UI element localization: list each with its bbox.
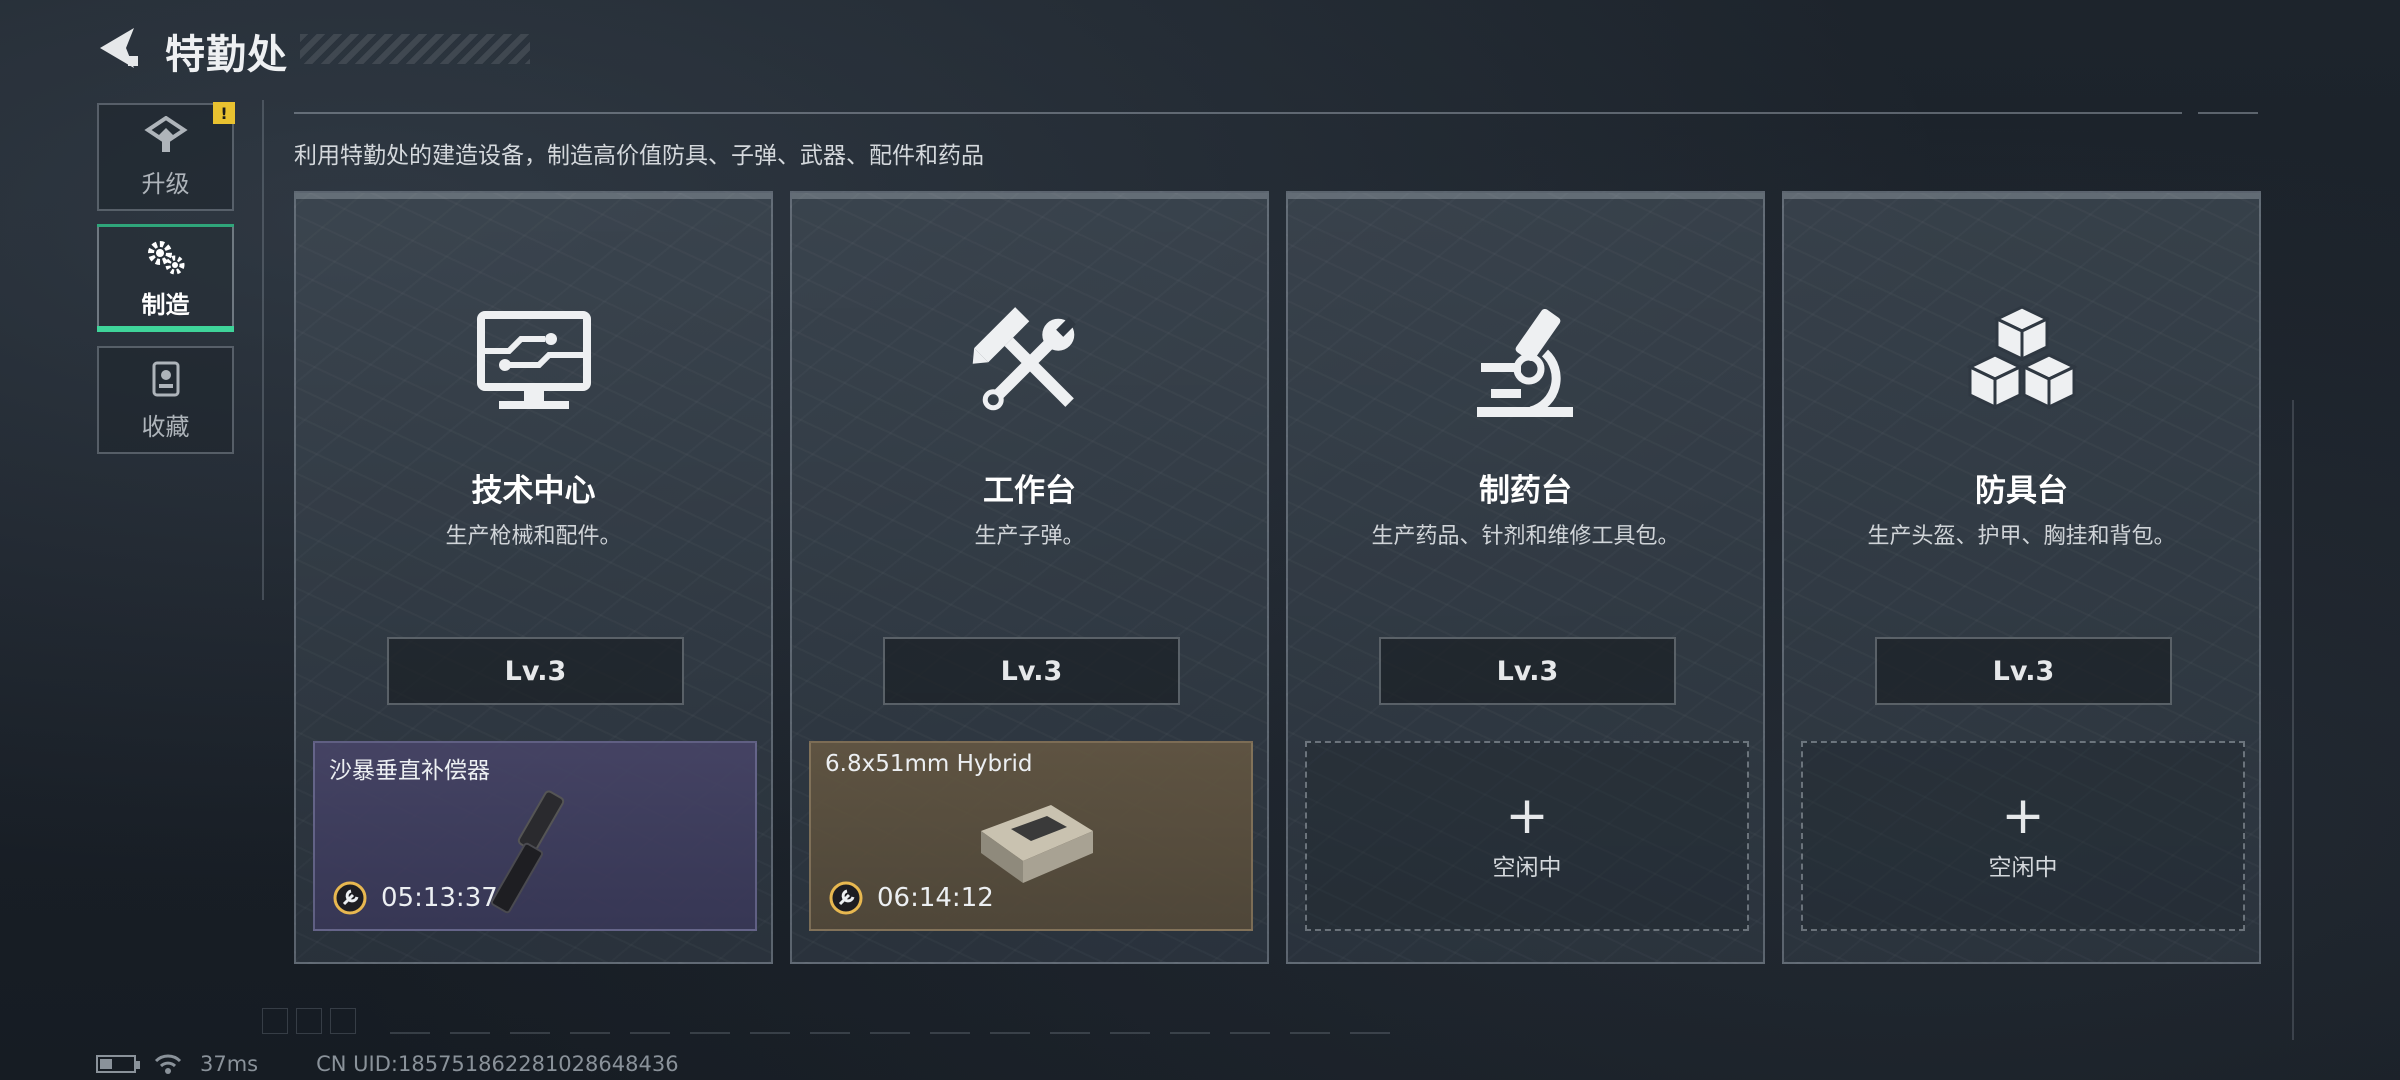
battery-icon — [96, 1055, 140, 1073]
station-name: 技术中心 — [471, 473, 596, 509]
station-card-armor[interactable]: 防具台 生产头盔、护甲、胸挂和背包。 Lv.3 + 空闲中 — [1782, 191, 2261, 964]
countdown-text: 06:14:12 — [877, 883, 994, 913]
sidebar-item-label: 升级 — [141, 169, 190, 198]
add-icon: + — [2001, 786, 2045, 846]
item-name: 沙暴垂直补偿器 — [329, 758, 490, 784]
sidebar-item-label: 制造 — [141, 290, 190, 319]
alert-badge: ! — [213, 102, 235, 124]
compensator-icon — [490, 790, 565, 914]
wrench-clock-icon — [829, 881, 863, 915]
monitor-circuit-icon — [476, 311, 591, 409]
level-button[interactable]: Lv.3 — [387, 637, 684, 705]
decorative-squares — [262, 1008, 356, 1034]
ping-text: 37ms — [200, 1052, 259, 1076]
station-card-tech-center[interactable]: 技术中心 生产枪械和配件。 Lv.3 沙暴垂直补偿器 05:13:37 — [294, 191, 773, 964]
station-card-workbench[interactable]: 工作台 生产子弹。 Lv.3 6.8x51mm Hybrid 06:14:12 — [790, 191, 1269, 964]
back-button[interactable] — [96, 24, 144, 72]
station-card-pharmacy[interactable]: 制药台 生产药品、针剂和维修工具包。 Lv.3 + 空闲中 — [1286, 191, 1765, 964]
station-description: 生产子弹。 — [974, 524, 1085, 549]
sidebar-item-label: 收藏 — [141, 412, 190, 441]
timer: 06:14:12 — [829, 881, 994, 915]
divider — [2198, 112, 2258, 114]
level-button[interactable]: Lv.3 — [1875, 637, 2172, 705]
production-slot[interactable]: 沙暴垂直补偿器 05:13:37 — [313, 741, 757, 931]
microscope-icon — [1476, 308, 1573, 417]
add-icon: + — [1505, 786, 1549, 846]
page-title: 特勤处 — [165, 32, 288, 78]
uid-text: CN UID:18575186228102864843​6 — [316, 1052, 679, 1076]
gears-icon — [147, 240, 184, 274]
station-name: 防具台 — [1975, 473, 2068, 509]
divider — [2292, 400, 2294, 1040]
idle-label: 空闲中 — [1492, 855, 1562, 881]
hammer-wrench-icon — [972, 307, 1076, 411]
sidebar-item-upgrade[interactable]: ! 升级 — [97, 102, 235, 211]
title-decoration — [300, 34, 530, 64]
sidebar-item-craft[interactable]: 制造 — [97, 224, 234, 332]
divider — [390, 1032, 1390, 1034]
empty-slot[interactable]: + 空闲中 — [1305, 741, 1749, 931]
timer: 05:13:37 — [333, 881, 498, 915]
collection-icon — [152, 361, 179, 396]
divider — [262, 100, 264, 600]
ammo-box-icon — [981, 805, 1093, 883]
divider — [294, 112, 2182, 114]
station-name: 工作台 — [983, 473, 1076, 509]
level-button[interactable]: Lv.3 — [883, 637, 1180, 705]
section-description: 利用特勤处的建造设备，制造高价值防具、子弹、武器、配件和药品 — [294, 143, 984, 169]
status-bar: 37ms CN UID:18575186228102864843​6 — [96, 1052, 679, 1076]
upgrade-icon — [143, 115, 188, 152]
production-slot[interactable]: 6.8x51mm Hybrid 06:14:12 — [809, 741, 1253, 931]
idle-label: 空闲中 — [1988, 855, 2058, 881]
station-name: 制药台 — [1479, 473, 1572, 509]
back-arrow-icon — [100, 28, 138, 68]
station-description: 生产药品、针剂和维修工具包。 — [1371, 524, 1680, 549]
level-button[interactable]: Lv.3 — [1379, 637, 1676, 705]
cubes-icon — [1966, 305, 2077, 410]
wrench-clock-icon — [333, 881, 367, 915]
wifi-icon — [154, 1054, 182, 1074]
item-name: 6.8x51mm Hybrid — [825, 751, 1033, 777]
empty-slot[interactable]: + 空闲中 — [1801, 741, 2245, 931]
station-description: 生产头盔、护甲、胸挂和背包。 — [1867, 524, 2176, 549]
station-description: 生产枪械和配件。 — [445, 524, 622, 549]
countdown-text: 05:13:37 — [381, 883, 498, 913]
sidebar-item-collection[interactable]: 收藏 — [97, 346, 234, 454]
